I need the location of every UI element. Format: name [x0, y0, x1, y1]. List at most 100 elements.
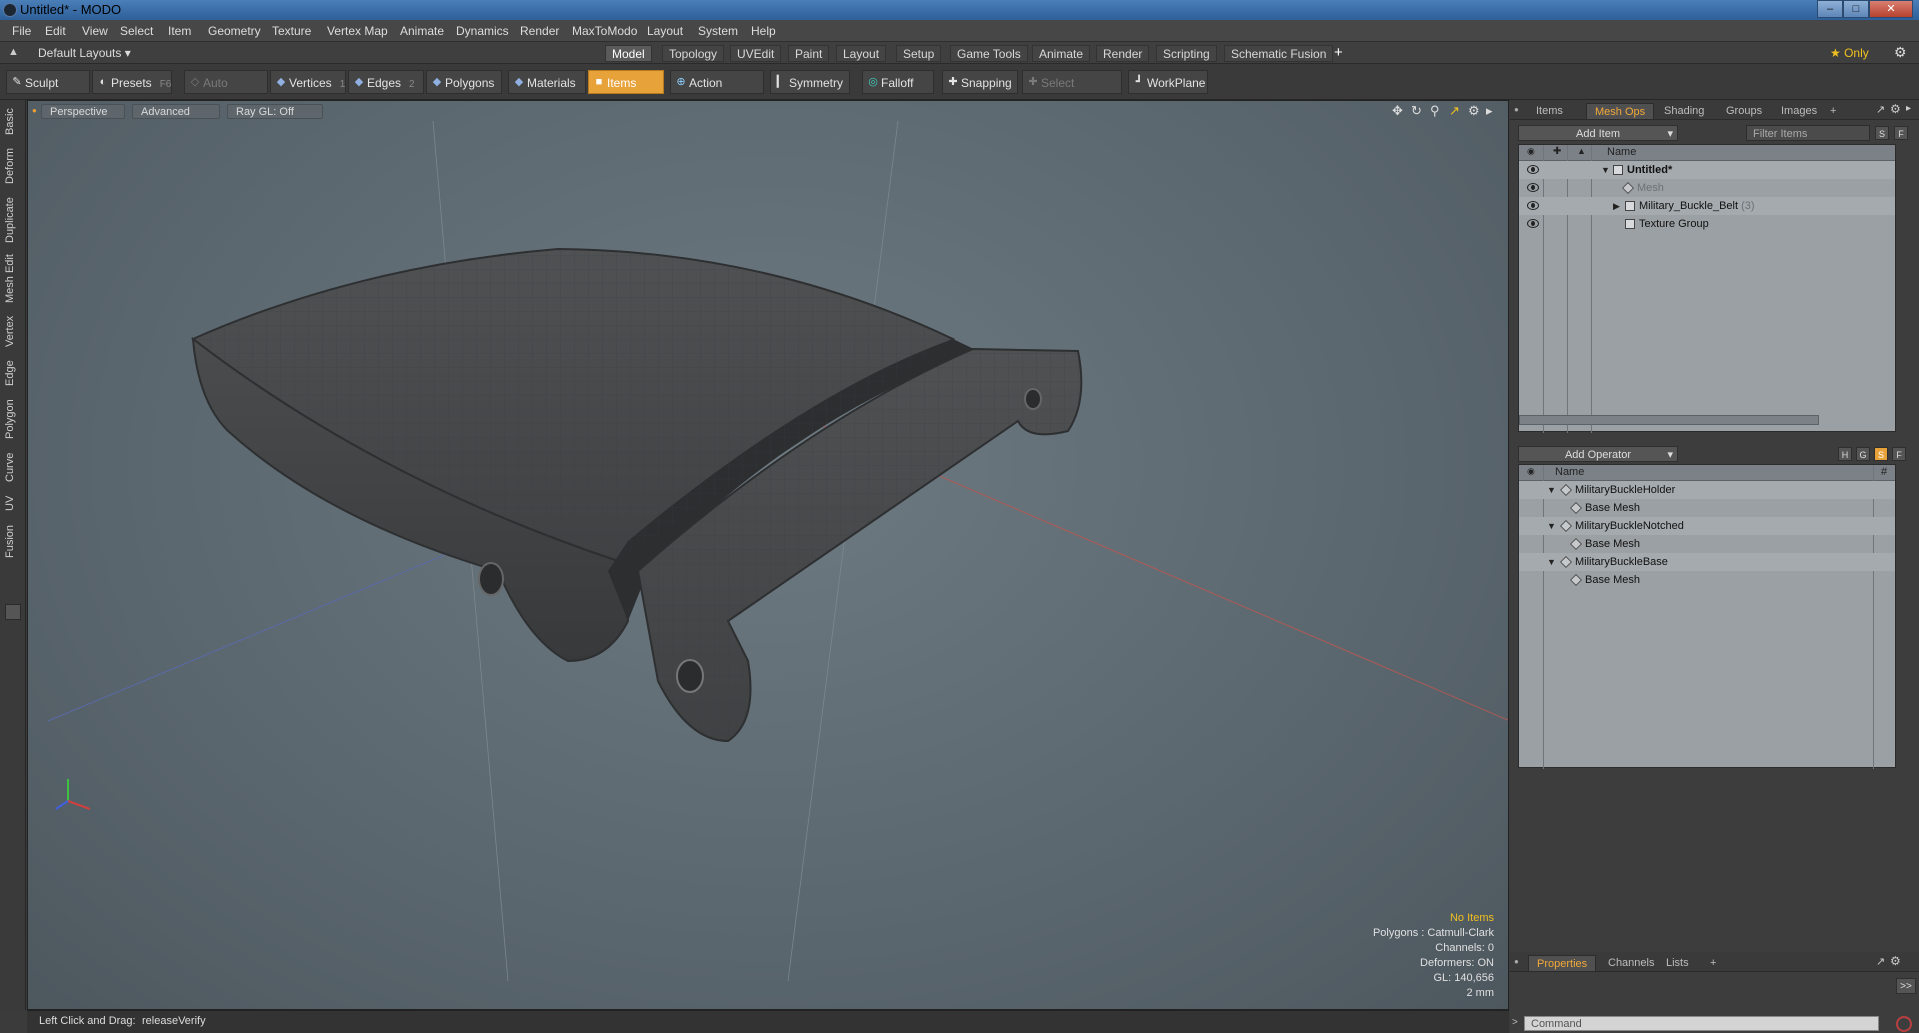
tab-images[interactable]: Images — [1773, 103, 1825, 119]
tab-animate[interactable]: Animate — [1032, 45, 1091, 62]
select-through-button[interactable]: ✚Select Through — [1022, 70, 1122, 114]
menu-view[interactable]: View — [82, 24, 108, 38]
vtab-curve[interactable]: Curve — [4, 450, 22, 484]
tab-paint[interactable]: Paint — [788, 45, 830, 62]
panel-menu-icon[interactable]: ▸ — [1906, 103, 1911, 114]
menu-texture[interactable]: Texture — [272, 24, 311, 38]
sculpt-button[interactable]: ✎ Sculpt — [6, 70, 90, 94]
layout-gear-icon[interactable]: ⚙ — [1894, 44, 1907, 61]
panel-gear-icon[interactable]: ⚙ — [1890, 102, 1901, 116]
meshop-row-base-mesh[interactable]: Base Mesh — [1519, 571, 1895, 589]
meshop-row-base-mesh[interactable]: Base Mesh — [1519, 535, 1895, 553]
record-icon[interactable] — [1896, 1016, 1912, 1032]
expand-triangle-icon[interactable]: ▼ — [1547, 553, 1556, 571]
close-button[interactable]: ✕ — [1869, 0, 1913, 18]
tab-properties[interactable]: Properties — [1528, 955, 1597, 971]
tab-scripting[interactable]: Scripting — [1156, 45, 1217, 62]
add-panel-tab[interactable]: + — [1822, 103, 1844, 119]
panel-gear-icon[interactable]: ⚙ — [1890, 954, 1901, 968]
items-tree-hscrollbar[interactable] — [1519, 415, 1819, 425]
menu-edit[interactable]: Edit — [45, 24, 66, 38]
tree-row-scene[interactable]: ▼ Untitled* — [1519, 161, 1895, 179]
vtab-mesh-edit[interactable]: Mesh Edit — [4, 254, 22, 304]
vtab-deform[interactable]: Deform — [4, 146, 22, 186]
expand-triangle-icon[interactable]: ▼ — [1547, 517, 1556, 535]
tab-model[interactable]: Model — [605, 45, 652, 62]
default-layouts-dropdown[interactable]: Default Layouts ▾ — [38, 46, 131, 60]
expand-triangle-icon[interactable]: ▼ — [1547, 481, 1556, 499]
action-center-button[interactable]: ⊕Action Center — [670, 70, 764, 114]
meshops-f-button[interactable]: F — [1892, 447, 1906, 461]
only-toggle[interactable]: ★ Only — [1830, 46, 1869, 60]
panel-options-icon[interactable]: ● — [1514, 957, 1519, 966]
vtab-uv[interactable]: UV — [4, 492, 22, 514]
filter-f-button[interactable]: F — [1894, 126, 1908, 140]
menu-animate[interactable]: Animate — [400, 24, 444, 38]
tab-lists[interactable]: Lists — [1658, 955, 1697, 971]
presets-button[interactable]: ◐ Presets F6 — [92, 70, 172, 94]
visibility-eye-icon[interactable] — [1527, 165, 1539, 174]
menu-select[interactable]: Select — [120, 24, 153, 38]
tab-layout[interactable]: Layout — [836, 45, 887, 62]
menu-maxtomodo[interactable]: MaxToModo — [572, 24, 637, 38]
meshops-h-button[interactable]: H — [1838, 447, 1852, 461]
edges-button[interactable]: ◆ Edges 2 — [348, 70, 424, 94]
visibility-eye-icon[interactable] — [1527, 183, 1539, 192]
menu-render[interactable]: Render — [520, 24, 559, 38]
auto-select-button[interactable]: ◇Auto Select — [184, 70, 268, 114]
command-input[interactable]: Command — [1524, 1016, 1879, 1031]
vtab-duplicate[interactable]: Duplicate — [4, 194, 22, 246]
snapping-button[interactable]: ✚ Snapping — [942, 70, 1018, 94]
tab-topology[interactable]: Topology — [662, 45, 725, 62]
minimize-button[interactable]: – — [1817, 0, 1843, 18]
polygons-button[interactable]: ◆ Polygons — [426, 70, 502, 94]
filter-items-input[interactable]: Filter Items — [1746, 125, 1870, 141]
workplane-button[interactable]: ┛ WorkPlane — [1128, 70, 1208, 94]
add-panel-tab[interactable]: + — [1702, 955, 1724, 971]
vtab-vertex[interactable]: Vertex — [4, 312, 22, 350]
tab-render[interactable]: Render — [1096, 45, 1150, 62]
menu-system[interactable]: System — [698, 24, 738, 38]
tab-shading[interactable]: Shading — [1656, 103, 1712, 119]
expand-properties-button[interactable]: >> — [1896, 978, 1916, 994]
tab-items[interactable]: Items — [1528, 103, 1571, 119]
menu-help[interactable]: Help — [751, 24, 776, 38]
falloff-button[interactable]: ◎ Falloff — [862, 70, 934, 94]
tab-game-tools[interactable]: Game Tools — [950, 45, 1028, 62]
maximize-button[interactable]: □ — [1843, 0, 1869, 18]
items-button[interactable]: ■ Items — [588, 70, 664, 94]
3d-viewport[interactable]: ● Perspective Advanced Ray GL: Off ✥ ↻ ⚲… — [27, 100, 1509, 1010]
panel-expand-icon[interactable]: ↗ — [1876, 103, 1885, 116]
menu-geometry[interactable]: Geometry — [208, 24, 261, 38]
add-tab-icon[interactable]: + — [1334, 44, 1343, 61]
vtab-basic[interactable]: Basic — [4, 106, 22, 138]
layout-collapse-icon[interactable]: ▲ — [8, 46, 19, 58]
tree-row-military-buckle-belt[interactable]: ▶ Military_Buckle_Belt (3) — [1519, 197, 1895, 215]
tab-uvedit[interactable]: UVEdit — [730, 45, 782, 62]
add-item-dropdown[interactable]: Add Item ▾ — [1518, 125, 1678, 141]
meshop-row-base-mesh[interactable]: Base Mesh — [1519, 499, 1895, 517]
tab-groups[interactable]: Groups — [1718, 103, 1770, 119]
panel-expand-icon[interactable]: ↗ — [1876, 955, 1885, 968]
vtab-edge[interactable]: Edge — [4, 358, 22, 388]
tab-mesh-ops[interactable]: Mesh Ops — [1586, 103, 1655, 119]
meshop-row-base[interactable]: ▼ MilitaryBuckleBase — [1519, 553, 1895, 571]
vtab-polygon[interactable]: Polygon — [4, 396, 22, 442]
expand-triangle-icon[interactable]: ▶ — [1613, 197, 1620, 215]
tab-schematic-fusion[interactable]: Schematic Fusion — [1224, 45, 1334, 62]
menu-file[interactable]: File — [12, 24, 31, 38]
tab-setup[interactable]: Setup — [896, 45, 942, 62]
symmetry-button[interactable]: ▎ Symmetry — [770, 70, 850, 94]
meshop-row-holder[interactable]: ▼ MilitaryBuckleHolder — [1519, 481, 1895, 499]
filter-s-button[interactable]: S — [1875, 126, 1889, 140]
meshops-s-button[interactable]: S — [1874, 447, 1888, 461]
menu-vertex-map[interactable]: Vertex Map — [327, 24, 388, 38]
panel-options-icon[interactable]: ● — [1514, 105, 1519, 114]
menu-dynamics[interactable]: Dynamics — [456, 24, 509, 38]
vertices-button[interactable]: ◆ Vertices 1 — [270, 70, 346, 94]
vtab-fusion[interactable]: Fusion — [4, 522, 22, 560]
visibility-eye-icon[interactable] — [1527, 201, 1539, 210]
tree-row-mesh[interactable]: Mesh — [1519, 179, 1895, 197]
tree-row-texture-group[interactable]: Texture Group — [1519, 215, 1895, 233]
meshops-g-button[interactable]: G — [1856, 447, 1870, 461]
